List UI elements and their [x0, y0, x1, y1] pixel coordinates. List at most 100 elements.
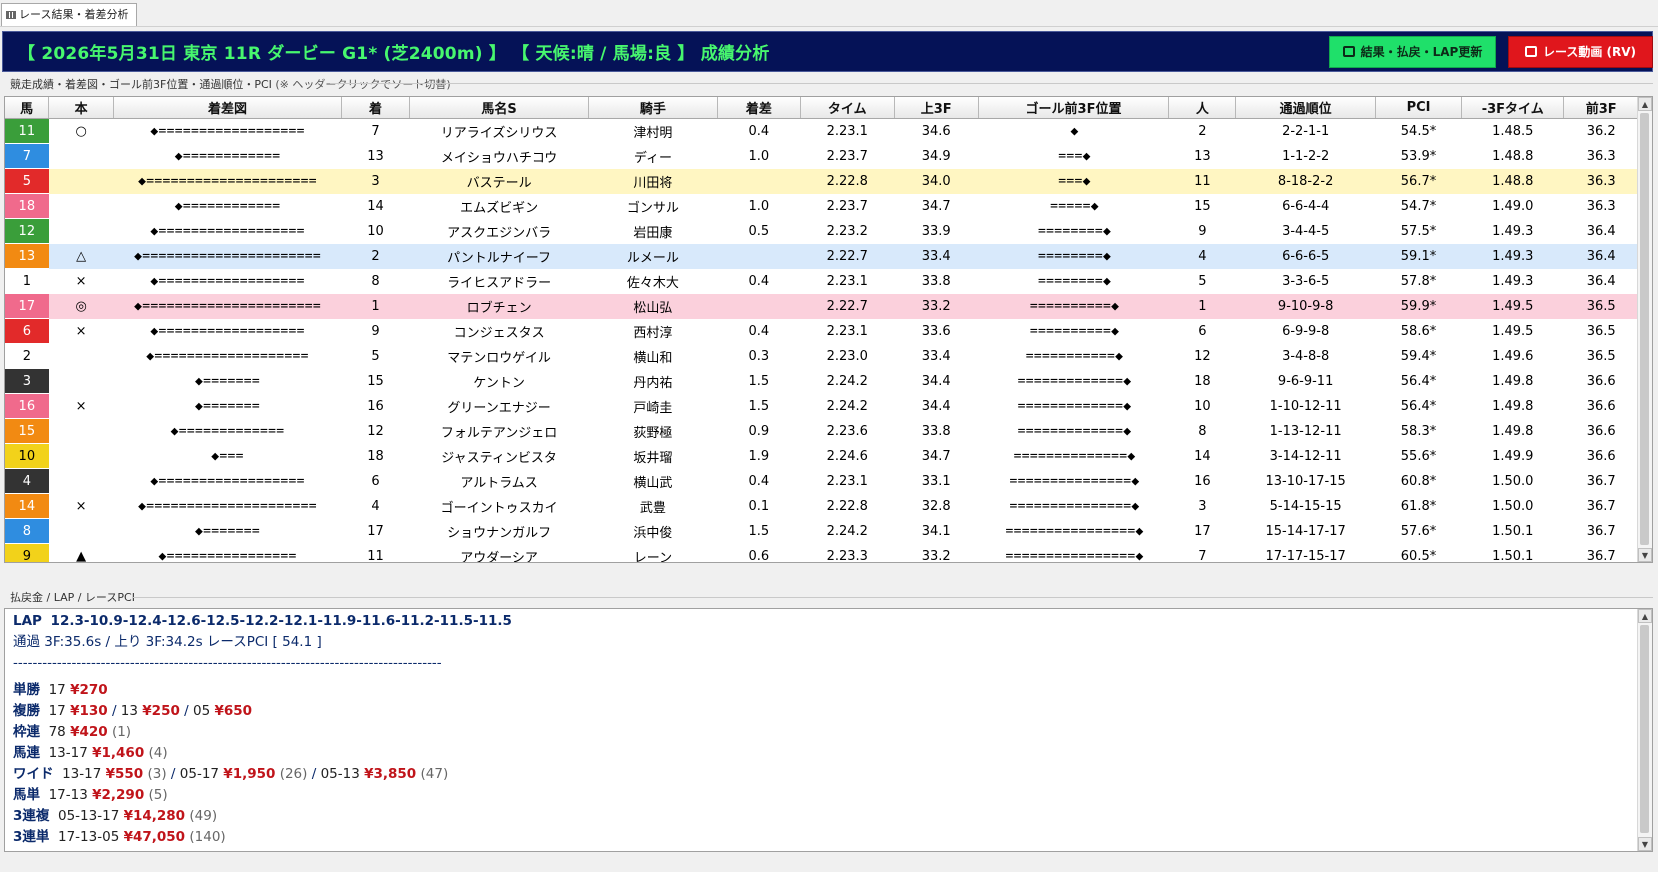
column-header[interactable]: -3Fタイム — [1461, 97, 1565, 119]
minus-3f-time: 1.49.3 — [1492, 273, 1534, 289]
horse-name: アルトラムス — [460, 475, 538, 491]
margin: 1.5 — [748, 398, 770, 414]
column-header[interactable]: 馬 — [5, 97, 50, 119]
last-3f: 33.9 — [921, 223, 951, 239]
horse-number: 9 — [5, 543, 49, 562]
scroll-down-arrow-icon[interactable]: ▼ — [1638, 837, 1652, 851]
scroll-thumb[interactable] — [1640, 113, 1649, 545]
divider-line: ----------------------------------------… — [13, 655, 442, 671]
pci: 53.9* — [1400, 148, 1437, 164]
horse-number: 1 — [5, 268, 49, 294]
table-row[interactable]: 1 × ◆================== 8 ライヒスアドラー 佐々木大 0.4 2.2… — [5, 268, 1639, 294]
horse-name: ショウナンガルフ — [447, 525, 552, 541]
goal-3f-position: =============◆ — [1017, 423, 1132, 439]
column-header[interactable]: 騎手 — [588, 97, 718, 119]
payout-line: 馬連 13-17 ¥1,460 (4) — [13, 743, 512, 764]
popularity: 13 — [1194, 148, 1211, 164]
prediction-mark — [49, 344, 114, 369]
first-3f: 36.7 — [1586, 498, 1616, 514]
minus-3f-time: 1.49.8 — [1492, 373, 1534, 389]
table-row[interactable]: 7 ◆============ 13 メイショウハチコウ ディー 1.0 2.23.7 34.… — [5, 143, 1639, 169]
column-header[interactable]: ゴール前3F位置 — [978, 97, 1170, 119]
combination: 13-17 — [62, 766, 102, 782]
prediction-mark: ◎ — [48, 293, 114, 319]
popularity: 16 — [1194, 473, 1211, 489]
column-header[interactable]: 上3F — [894, 97, 979, 119]
last-3f: 33.4 — [921, 348, 951, 364]
jockey-name: 武豊 — [639, 500, 666, 516]
popularity-rank: (140) — [189, 829, 226, 845]
pay-section-label: 払戻金 / LAP / レースPCI — [10, 591, 135, 604]
table-row[interactable]: 14 × ◆===================== 4 ゴーイントゥスカイ 武豊 0.1… — [5, 493, 1639, 519]
last-3f: 34.9 — [921, 148, 951, 164]
column-header[interactable]: 着差 — [717, 97, 801, 119]
prediction-mark: × — [75, 323, 87, 339]
table-row[interactable]: 6 × ◆================== 9 コンジェスタス 西村淳 0.4 2.23.… — [5, 318, 1639, 344]
column-header[interactable]: タイム — [800, 97, 895, 119]
table-row[interactable]: 9 ▲ ◆================ 11 アウダーシア レーン 0.6 2.23.3 3… — [5, 543, 1639, 563]
goal-3f-position: ==============◆ — [1013, 448, 1136, 464]
passing-order: 3-14-12-11 — [1269, 448, 1342, 464]
column-header[interactable]: 馬名S — [409, 97, 590, 119]
prediction-mark: △ — [48, 243, 114, 269]
column-header[interactable]: 着差図 — [113, 97, 342, 119]
table-row[interactable]: 17 ◎ ◆====================== 1 ロブチェン 松山弘 2.22.… — [5, 293, 1639, 319]
minus-3f-time: 1.49.5 — [1461, 293, 1564, 319]
table-row[interactable]: 15 ◆============= 12 フォルテアンジェロ 荻野極 0.9 2.23.6 3… — [5, 418, 1639, 444]
update-results-button[interactable]: 結果・払戻・LAP更新 — [1329, 36, 1496, 68]
column-header[interactable]: 本 — [48, 97, 115, 119]
pci: 57.8* — [1400, 273, 1437, 289]
column-header[interactable]: 通過順位 — [1235, 97, 1376, 119]
prediction-mark: ○ — [75, 123, 87, 139]
horse-number: 15 — [5, 418, 49, 444]
table-row[interactable]: 8 ◆======= 17 ショウナンガルフ 浜中俊 1.5 2.24.2 34.1 =====… — [5, 518, 1639, 544]
combination: 78 — [48, 724, 66, 740]
table-row[interactable]: 12 ◆================== 10 アスクエジンバラ 岩田康 0.5 2.2… — [5, 218, 1639, 244]
table-row[interactable]: 11 ○ ◆================== 7 リアライズシリウス 津村明 0.4 2.… — [5, 118, 1639, 144]
pci: 61.8* — [1400, 498, 1437, 514]
table-row[interactable]: 10 ◆=== 18 ジャスティンビスタ 坂井瑠 1.9 2.24.6 34.7 =======… — [5, 443, 1639, 469]
separator: / — [307, 766, 321, 782]
table-row[interactable]: 13 △ ◆====================== 2 パントルナイーフ ルメール 2… — [5, 243, 1639, 269]
finish-rank: 5 — [371, 348, 380, 364]
horse-name: メイショウハチコウ — [440, 150, 558, 166]
table-row[interactable]: 3 ◆======= 15 ケントン 丹内祐 1.5 2.24.2 34.4 =========… — [5, 368, 1639, 394]
table-row[interactable]: 4 ◆================== 6 アルトラムス 横山武 0.4 2.23.1 3… — [5, 468, 1639, 494]
scroll-up-arrow-icon[interactable]: ▲ — [1638, 97, 1652, 111]
table-row[interactable]: 16 × ◆======= 16 グリーンエナジー 戸崎圭 1.5 2.24.2 34.4 ===… — [5, 393, 1639, 419]
combination: 05-13-17 — [58, 808, 120, 824]
goal-3f-position: ==========◆ — [1029, 323, 1120, 339]
scroll-down-arrow-icon[interactable]: ▼ — [1638, 548, 1652, 562]
table-row[interactable]: 2 ◆=================== 5 マテンロウゲイル 横山和 0.3 2.23… — [5, 343, 1639, 369]
payout-line: 馬単 17-13 ¥2,290 (5) — [13, 785, 512, 806]
passing-order: 3-4-4-5 — [1282, 223, 1330, 239]
table-row[interactable]: 5 ◆===================== 3 バステール 川田将 2.22.8 34… — [5, 168, 1639, 194]
column-header[interactable]: PCI — [1375, 97, 1463, 119]
last-3f: 34.1 — [921, 523, 951, 539]
column-header[interactable]: 着 — [341, 97, 411, 119]
horse-number: 18 — [5, 193, 49, 219]
first-3f: 36.4 — [1586, 223, 1616, 239]
payout-vertical-scrollbar[interactable]: ▲ ▼ — [1637, 609, 1652, 851]
goal-3f-position: =============◆ — [1017, 373, 1132, 389]
first-3f: 36.5 — [1563, 293, 1639, 319]
jockey-name: 横山武 — [633, 475, 673, 491]
margin: 0.4 — [748, 123, 770, 139]
column-header[interactable]: 人 — [1168, 97, 1237, 119]
combination: 13 — [120, 703, 138, 719]
column-header[interactable]: 前3F — [1563, 97, 1639, 119]
table-row[interactable]: 18 ◆============ 14 エムズビギン ゴンサル 1.0 2.23.7 34.7… — [5, 193, 1639, 219]
race-video-button[interactable]: レース動画 (RV) — [1508, 36, 1653, 68]
scroll-thumb[interactable] — [1640, 625, 1649, 833]
goal-3f-position: ================◆ — [1005, 523, 1144, 539]
horse-name: バステール — [409, 168, 589, 194]
scroll-up-arrow-icon[interactable]: ▲ — [1638, 609, 1652, 623]
finish-time: 2.22.8 — [826, 498, 868, 514]
tab-race-result[interactable]: レース結果・着差分析 — [1, 3, 138, 26]
grid-vertical-scrollbar[interactable]: ▲ ▼ — [1637, 97, 1652, 562]
finish-time: 2.24.2 — [826, 373, 868, 389]
popularity: 17 — [1194, 523, 1211, 539]
margin: 0.6 — [748, 548, 770, 563]
update-results-label: 結果・払戻・LAP更新 — [1360, 45, 1483, 59]
goal-3f-position: ===◆ — [1058, 148, 1091, 164]
